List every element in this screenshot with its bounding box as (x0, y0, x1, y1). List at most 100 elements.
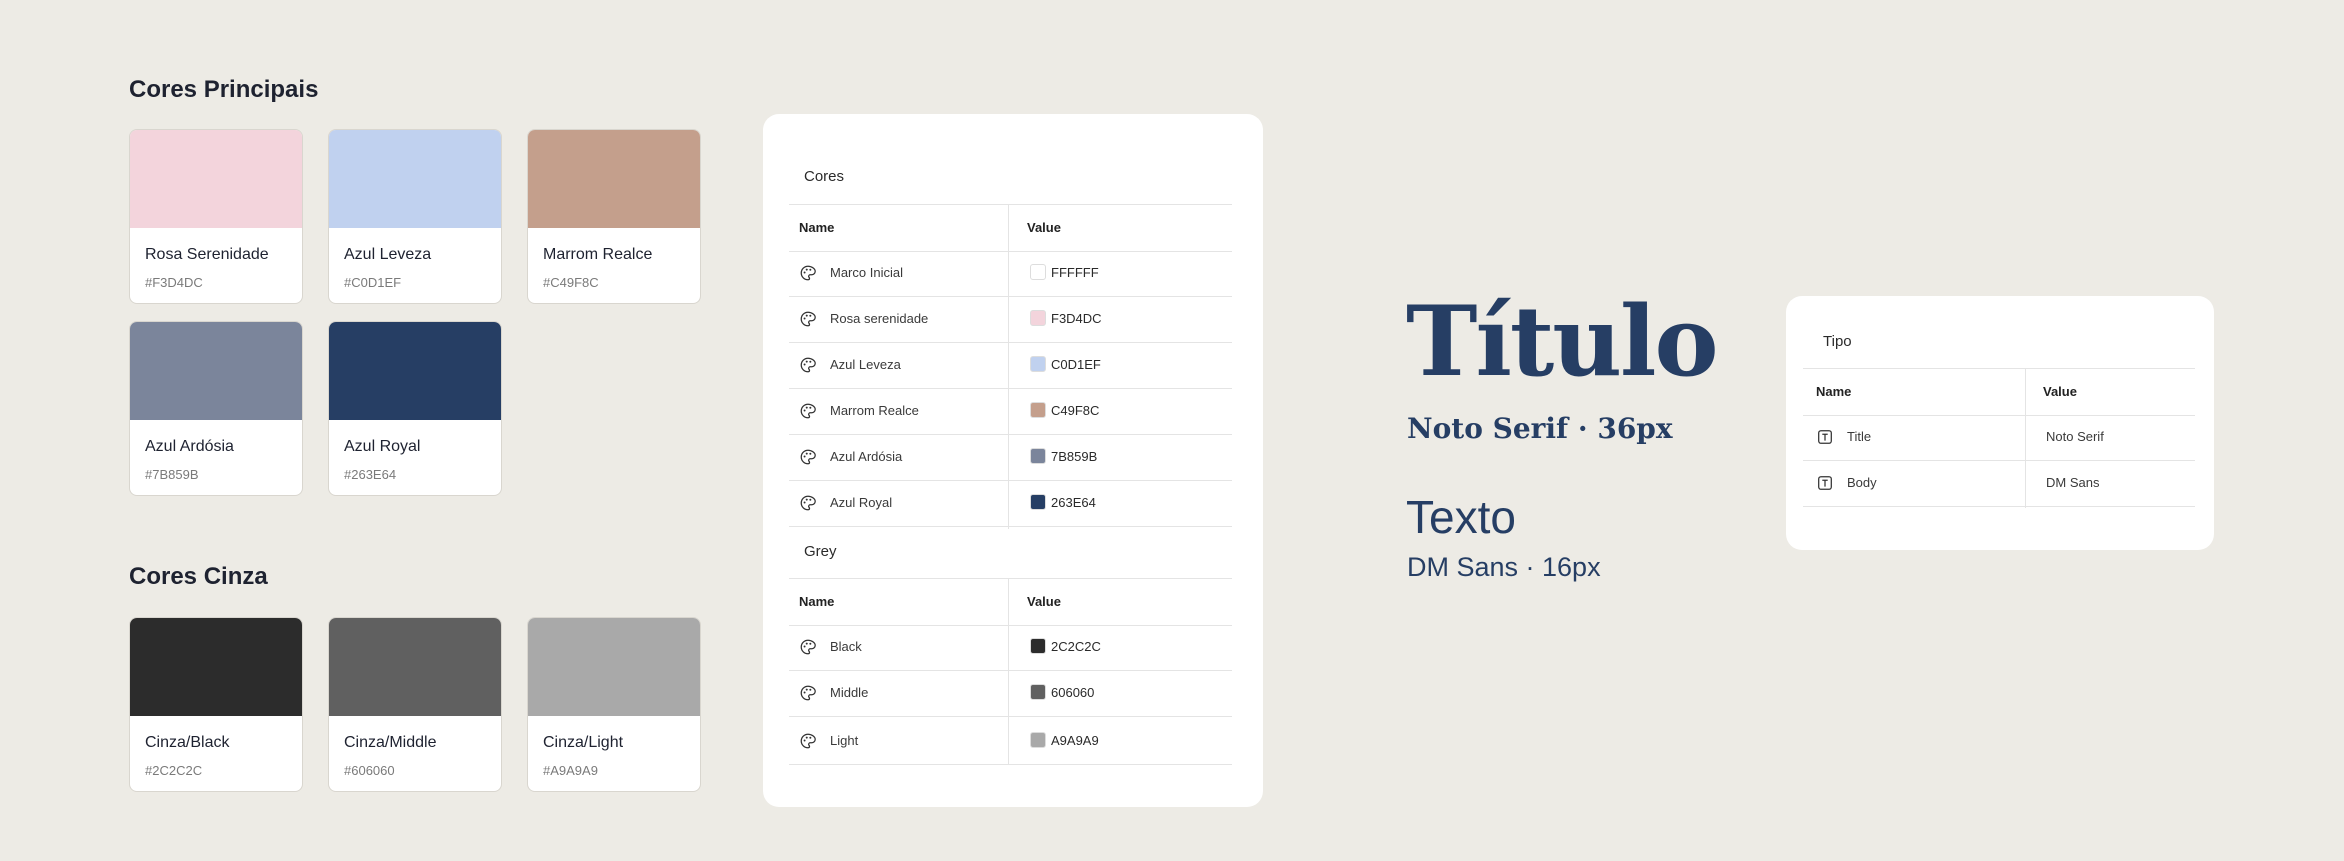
swatch-name: Azul Royal (344, 438, 421, 455)
table-row[interactable]: Azul Ardósia 7B859B (789, 434, 1232, 481)
swatch-name: Cinza/Black (145, 734, 230, 751)
variables-panel: Cores Name Value Marco Inicial FFFFFF Ro… (763, 114, 1263, 807)
swatch-card[interactable]: Azul Ardósia #7B859B (129, 321, 303, 496)
table-header-row: Name Value (1803, 368, 2195, 416)
table-row[interactable]: Marrom Realce C49F8C (789, 388, 1232, 435)
palette-icon (800, 357, 816, 373)
table-heading-tipo: Tipo (1823, 333, 1852, 350)
section-title-cinza: Cores Cinza (129, 563, 268, 590)
grey-table: Name Value Black 2C2C2C Middle 606060 (789, 578, 1232, 719)
value-swatch (1030, 310, 1046, 326)
swatch-hex: #C0D1EF (344, 275, 402, 290)
swatch-hex: #263E64 (344, 467, 397, 482)
table-header-row: Name Value (789, 204, 1232, 252)
swatch-hex: #2C2C2C (145, 763, 203, 778)
row-value: Noto Serif (2046, 429, 2104, 444)
column-header-value: Value (1027, 594, 1061, 609)
swatch-name: Azul Ardósia (145, 438, 234, 455)
swatch-name: Cinza/Middle (344, 734, 437, 751)
swatch-hex: #A9A9A9 (543, 763, 598, 778)
text-style-icon (1818, 476, 1832, 490)
swatch-card[interactable]: Cinza/Light #A9A9A9 (527, 617, 701, 792)
row-value: 7B859B (1051, 449, 1098, 464)
row-name: Azul Leveza (830, 357, 901, 372)
color-chip (329, 618, 501, 716)
row-name: Black (830, 639, 862, 654)
value-swatch (1030, 638, 1046, 654)
cores-table: Name Value Marco Inicial FFFFFF Rosa ser… (789, 204, 1232, 529)
column-header-name: Name (799, 220, 835, 235)
section-title-principal: Cores Principais (129, 76, 319, 103)
value-swatch (1030, 402, 1046, 418)
row-name: Title (1847, 429, 1872, 444)
table-row[interactable]: Azul Royal 263E64 (789, 480, 1232, 527)
row-name: Azul Royal (830, 495, 893, 510)
color-chip (130, 618, 302, 716)
row-value: C0D1EF (1051, 357, 1101, 372)
swatch-card[interactable]: Azul Royal #263E64 (328, 321, 502, 496)
column-header-value: Value (1027, 220, 1061, 235)
typography-title-spec: Noto Serif · 36px (1407, 412, 1673, 445)
color-chip (329, 322, 501, 420)
row-value: F3D4DC (1051, 311, 1102, 326)
palette-icon (800, 733, 816, 749)
palette-icon (800, 403, 816, 419)
table-heading-grey: Grey (804, 543, 837, 560)
swatch-name: Rosa Serenidade (145, 246, 269, 263)
row-name: Azul Ardósia (830, 449, 903, 464)
table-row[interactable]: Body DM Sans (1803, 460, 2195, 507)
swatch-hex: #7B859B (145, 467, 199, 482)
row-value: C49F8C (1051, 403, 1100, 418)
swatch-hex: #F3D4DC (145, 275, 203, 290)
column-header-value: Value (2043, 384, 2077, 399)
swatch-name: Marrom Realce (543, 246, 653, 263)
table-row[interactable]: Title Noto Serif (1803, 414, 2195, 461)
row-value: 263E64 (1051, 495, 1096, 510)
value-swatch (1030, 448, 1046, 464)
table-row[interactable]: Black 2C2C2C (789, 624, 1232, 671)
row-value: DM Sans (2046, 475, 2100, 490)
column-header-name: Name (1816, 384, 1852, 399)
swatch-card[interactable]: Cinza/Black #2C2C2C (129, 617, 303, 792)
swatch-card[interactable]: Marrom Realce #C49F8C (527, 129, 701, 304)
row-value: FFFFFF (1051, 265, 1099, 280)
value-swatch (1030, 264, 1046, 280)
color-chip (528, 618, 700, 716)
swatch-card[interactable]: Cinza/Middle #606060 (328, 617, 502, 792)
table-row[interactable]: Marco Inicial FFFFFF (789, 250, 1232, 297)
color-chip (528, 130, 700, 228)
tipo-panel: Tipo Name Value Title Noto Serif Body DM… (1786, 296, 2214, 550)
palette-icon (800, 495, 816, 511)
text-style-icon (1818, 430, 1832, 444)
typography-text-sample: Texto (1406, 491, 1516, 543)
swatch-card[interactable]: Rosa Serenidade #F3D4DC (129, 129, 303, 304)
row-spacer (789, 670, 1232, 716)
table-row[interactable]: Light A9A9A9 (789, 718, 1232, 765)
swatch-name: Azul Leveza (344, 246, 432, 263)
grey-table-row-3: Light A9A9A9 (789, 718, 1232, 765)
swatch-card[interactable]: Azul Leveza #C0D1EF (328, 129, 502, 304)
swatch-name: Cinza/Light (543, 734, 624, 751)
palette-icon (800, 311, 816, 327)
typography-title-sample: Título (1406, 285, 1719, 398)
palette-icon (800, 449, 816, 465)
palette-icon (800, 639, 816, 655)
color-chip (130, 130, 302, 228)
row-name: Light (830, 733, 859, 748)
palette-icon (800, 265, 816, 281)
table-row[interactable]: Rosa serenidade F3D4DC (789, 296, 1232, 343)
row-name: Rosa serenidade (830, 311, 929, 326)
tipo-table: Name Value Title Noto Serif Body DM Sans (1803, 368, 2195, 508)
table-header-row: Name Value (789, 578, 1232, 626)
color-chip (329, 130, 501, 228)
value-swatch (1030, 356, 1046, 372)
row-name: Marrom Realce (830, 403, 919, 418)
row-value: A9A9A9 (1051, 733, 1099, 748)
row-name: Marco Inicial (830, 265, 903, 280)
color-chip (130, 322, 302, 420)
value-swatch (1030, 494, 1046, 510)
table-row[interactable]: Azul Leveza C0D1EF (789, 342, 1232, 389)
table-heading-cores: Cores (804, 168, 845, 185)
swatch-hex: #606060 (344, 763, 395, 778)
swatch-hex: #C49F8C (543, 275, 599, 290)
